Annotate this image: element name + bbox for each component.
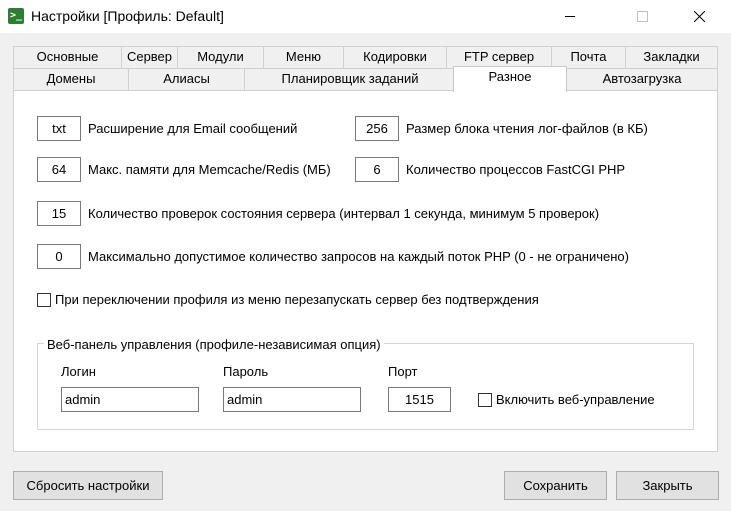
tab-modules[interactable]: Модули: [177, 46, 264, 68]
port-input[interactable]: 1515: [388, 387, 451, 412]
password-input[interactable]: admin: [223, 387, 361, 412]
restart-no-confirm-checkbox[interactable]: [37, 293, 51, 307]
close-icon: [693, 11, 705, 22]
save-button[interactable]: Сохранить: [504, 471, 607, 500]
app-terminal-icon: >_: [8, 8, 24, 24]
tab-ftp-server[interactable]: FTP сервер: [446, 46, 552, 68]
login-input[interactable]: admin: [61, 387, 199, 412]
tab-osnovnye[interactable]: Основные: [13, 46, 122, 68]
tab-scheduler[interactable]: Планировщик заданий: [244, 68, 456, 90]
enable-web-control-label: Включить веб-управление: [496, 392, 655, 407]
tab-bookmarks[interactable]: Закладки: [625, 46, 718, 68]
minimize-button[interactable]: [547, 0, 593, 33]
reset-settings-button[interactable]: Сбросить настройки: [13, 471, 163, 500]
web-panel-group-title: Веб-панель управления (профиле-независим…: [44, 337, 384, 352]
log-block-size-label: Размер блока чтения лог-файлов (в КБ): [406, 121, 648, 136]
password-label: Пароль: [223, 364, 269, 379]
health-checks-input[interactable]: 15: [37, 201, 81, 226]
tab-misc[interactable]: Разное: [453, 66, 567, 92]
tab-aliases[interactable]: Алиасы: [128, 68, 245, 90]
max-requests-label: Максимально допустимое количество запрос…: [88, 249, 629, 264]
close-button[interactable]: Закрыть: [616, 471, 719, 500]
close-window-button[interactable]: [676, 0, 722, 33]
enable-web-control-checkbox[interactable]: [478, 393, 492, 407]
login-label: Логин: [61, 364, 96, 379]
health-checks-label: Количество проверок состояния сервера (и…: [88, 206, 600, 221]
maximize-button[interactable]: [619, 0, 665, 33]
tab-menu[interactable]: Меню: [263, 46, 344, 68]
email-extension-label: Расширение для Email сообщений: [88, 121, 298, 136]
email-extension-input[interactable]: txt: [37, 116, 81, 141]
window-title: Настройки [Профиль: Default]: [31, 8, 224, 24]
log-block-size-input[interactable]: 256: [355, 116, 399, 141]
memcache-memory-label: Макс. памяти для Memcache/Redis (МБ): [88, 162, 331, 177]
port-label: Порт: [388, 364, 418, 379]
tab-server[interactable]: Сервер: [121, 46, 178, 68]
tab-domains[interactable]: Домены: [13, 68, 129, 90]
tab-mail[interactable]: Почта: [551, 46, 626, 68]
fastcgi-processes-input[interactable]: 6: [355, 157, 399, 182]
tab-encodings[interactable]: Кодировки: [343, 46, 447, 68]
maximize-icon: [636, 11, 648, 22]
max-requests-input[interactable]: 0: [37, 244, 81, 269]
restart-no-confirm-label: При переключении профиля из меню перезап…: [55, 292, 539, 307]
title-bar: >_ Настройки [Профиль: Default]: [0, 0, 731, 33]
fastcgi-processes-label: Количество процессов FastCGI PHP: [406, 162, 626, 177]
tab-autostart[interactable]: Автозагрузка: [566, 68, 718, 90]
memcache-memory-input[interactable]: 64: [37, 157, 81, 182]
minimize-icon: [564, 16, 575, 17]
